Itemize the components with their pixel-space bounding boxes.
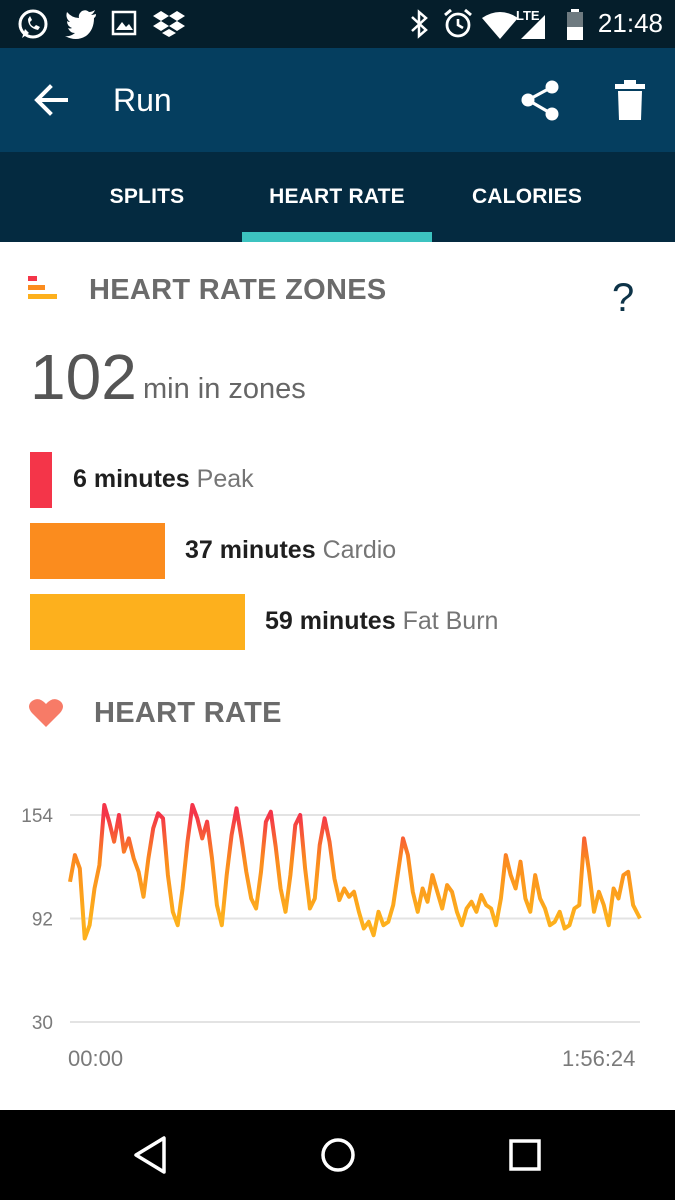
page-title: Run xyxy=(113,82,172,118)
x-tick-end: 1:56:24 xyxy=(562,1046,636,1071)
zone-label-peak: 6 minutes Peak xyxy=(73,465,254,494)
tab-splits[interactable]: SPLITS xyxy=(52,152,242,242)
nav-home-icon[interactable] xyxy=(313,1132,363,1178)
zone-name-peak: Peak xyxy=(196,465,254,493)
back-arrow-icon[interactable] xyxy=(28,78,78,122)
share-icon[interactable] xyxy=(518,78,564,124)
tab-indicator xyxy=(242,232,432,242)
y-tick-label: 30 xyxy=(32,1013,53,1034)
zone-bar-peak xyxy=(30,452,52,508)
bluetooth-icon xyxy=(411,9,428,39)
x-tick-start: 00:00 xyxy=(68,1046,124,1071)
dropbox-icon xyxy=(153,11,185,37)
signal-lte-icon: LTE xyxy=(482,8,545,39)
zone-name-fat-burn: Fat Burn xyxy=(402,607,499,635)
zone-value-peak: 6 minutes xyxy=(73,465,190,493)
battery-icon xyxy=(567,9,583,40)
zone-value-fat-burn: 59 minutes xyxy=(265,607,396,635)
heart-rate-chart: 154 92 30 xyxy=(21,803,642,1034)
status-time: 21:48 xyxy=(597,8,663,38)
heart-icon xyxy=(29,699,63,727)
app-bar: Run xyxy=(0,48,675,152)
status-bar: LTE 21:48 xyxy=(0,0,675,48)
zone-name-cardio: Cardio xyxy=(322,536,397,564)
y-tick-label: 92 xyxy=(32,910,53,931)
whatsapp-icon xyxy=(18,9,48,39)
trash-icon[interactable] xyxy=(610,78,650,122)
total-minutes-value: 102 xyxy=(30,341,137,413)
y-tick-label: 154 xyxy=(21,806,53,827)
twitter-icon xyxy=(65,10,96,39)
zone-value-cardio: 37 minutes xyxy=(185,536,316,564)
zone-bar-fat-burn xyxy=(30,594,245,650)
zone-label-cardio: 37 minutes Cardio xyxy=(185,536,396,565)
network-label: LTE xyxy=(516,8,540,23)
alarm-icon xyxy=(444,8,472,38)
tab-heart-rate[interactable]: HEART RATE xyxy=(242,152,432,242)
tab-bar: SPLITS HEART RATE CALORIES xyxy=(0,152,675,242)
nav-back-icon[interactable] xyxy=(126,1132,176,1178)
help-button[interactable]: ? xyxy=(612,276,646,326)
zones-icon xyxy=(28,276,57,299)
zones-title: HEART RATE ZONES xyxy=(89,274,387,306)
nav-recents-icon[interactable] xyxy=(500,1132,550,1178)
total-minutes-unit: min in zones xyxy=(143,373,306,405)
tab-calories[interactable]: CALORIES xyxy=(432,152,622,242)
gallery-icon xyxy=(111,10,137,36)
zone-bar-cardio xyxy=(30,523,165,579)
heart-rate-title: HEART RATE xyxy=(94,697,282,729)
nav-bar xyxy=(0,1110,675,1200)
zone-label-fat-burn: 59 minutes Fat Burn xyxy=(265,607,498,636)
